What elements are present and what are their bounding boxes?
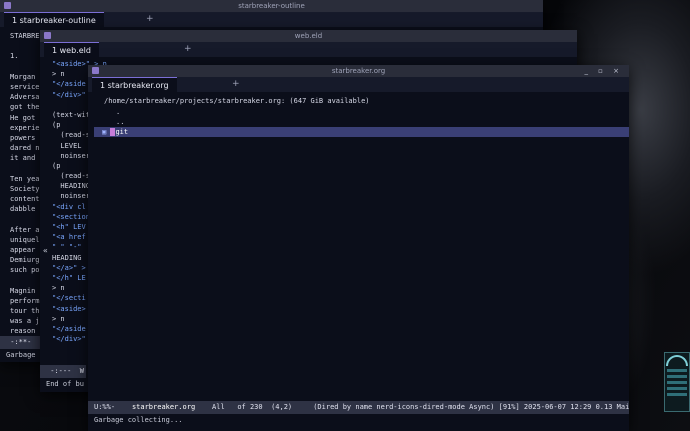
buffer-line: Magnin [10,286,36,295]
gauge-icon [666,355,688,366]
modeline-coords: (4,2) [271,403,293,411]
titlebar[interactable]: starbreaker.org _ ▫ × [88,65,629,77]
emacs-icon [4,2,11,9]
titlebar[interactable]: starbreaker-outline [0,0,543,12]
dired-entry-dot[interactable]: . [116,107,120,117]
tab-starbreaker-org[interactable]: 1 starbreaker.org [92,77,177,92]
dired-entry-git[interactable]: ▣ git [94,127,629,137]
buffer-line: Adversa [10,93,40,102]
buffer-line [10,276,40,286]
buffer-line [10,163,40,173]
folder-icon: ▣ [102,128,111,136]
modeline-buffer: starbreaker.org [131,403,196,411]
buffer-line: perform [10,296,40,305]
window-title: starbreaker-outline [238,2,305,10]
buffer-line: Morgan [10,72,36,81]
window-starbreaker-org[interactable]: starbreaker.org _ ▫ × 1 starbreaker.org … [88,65,629,431]
buffer-line: Society [10,184,40,193]
modeline: -:--- W [40,365,86,378]
buffer-line: 1. [10,52,19,61]
echo-area: Garbage collecting... [94,416,183,424]
tab-starbreaker-outline[interactable]: 1 starbreaker-outline [4,12,104,27]
new-tab-button[interactable]: + [184,42,192,57]
buffer-line: He got [10,113,36,122]
modeline-count: of 230 [237,403,263,411]
buffer-line: Demiurg [10,256,40,265]
buffer-line: was a j [10,317,40,326]
buffer-line: got the [10,103,40,112]
window-title: starbreaker.org [331,67,386,75]
buffer-line: appear [10,245,36,254]
tab-web-eld[interactable]: 1 web.eld [44,42,99,57]
buffer-line [10,41,40,51]
buffer-line: After a [10,225,40,234]
tab-bar: 1 starbreaker-outline + [0,12,543,27]
buffer-line [10,214,40,224]
dired-header: /home/starbreaker/projects/starbreaker.o… [104,97,370,105]
buffer-line: content [10,195,40,203]
buffer-line [10,62,40,72]
new-tab-button[interactable]: + [232,77,240,92]
system-monitor-widget [664,352,690,412]
window-title: web.eld [294,32,323,40]
buffer-line: Ten yea [10,174,40,183]
dired-entry-label: git [115,128,129,136]
buffer-line: such po [10,266,40,275]
modeline-modes: (Dired by name nerd-icons-dired-mode Asy… [313,403,629,411]
tab-bar: 1 web.eld + [40,42,577,57]
modeline-position: All [212,403,225,411]
dired-entry-parent[interactable]: .. [116,117,124,127]
buffer-line: tour th [10,307,40,316]
buffer-line: experie [10,123,40,132]
buffer-line: powers [10,133,36,142]
modeline: U:%%- starbreaker.org All of 230 (4,2) (… [88,401,629,414]
new-tab-button[interactable]: + [146,12,154,27]
buffer-line: STARBRE [10,32,40,40]
buffer-line: uniquel [10,235,40,244]
buffer-line: dared n [10,144,40,153]
emacs-icon [92,67,99,74]
emacs-icon [44,32,51,39]
buffer-line: service [10,82,40,91]
buffer-line: it and [10,154,36,163]
buffer-line: dabble [10,205,36,214]
tab-bar: 1 starbreaker.org + [88,77,629,92]
fringe-arrow: « [43,246,48,255]
titlebar[interactable]: web.eld [40,30,577,42]
modeline-state: U:%%- [94,403,116,411]
window-controls[interactable]: _ ▫ × [584,65,623,77]
buffer-text[interactable]: STARBRE 1. Morgan service Adversa got the He g… [10,31,40,337]
